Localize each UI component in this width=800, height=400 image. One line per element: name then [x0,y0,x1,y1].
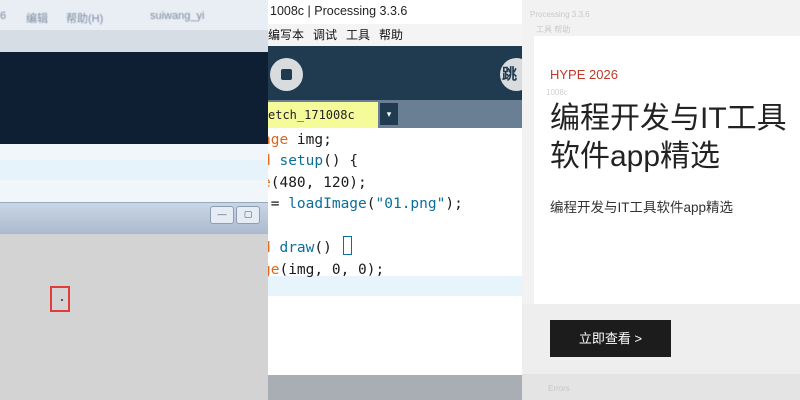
code-line: e(480, 120); [268,174,367,191]
canvas-pixel [61,299,63,301]
view-now-button[interactable]: 立即查看 > [550,320,671,357]
faint-menu: 工具 帮助 [536,25,571,34]
code-line: ​ [268,215,463,236]
code-line: = loadImage("01.png"); [270,195,463,212]
tab-menu-button[interactable]: ▾ [380,103,398,125]
tab-sketch[interactable]: etch_171008c [268,102,378,128]
debug-icon: 跳 [502,66,518,83]
background-dark-panel [0,52,268,144]
menu-item-help[interactable]: 帮助(H) [66,10,103,26]
menu-item-edit[interactable]: 编辑 [26,10,48,26]
ide-menubar: 编写本 调试 工具 帮助 [268,24,522,46]
code-line: age img; [268,132,332,148]
menu-debug[interactable]: 调试 [313,28,337,42]
faint-window-title: Processing 3.3.6 [530,10,590,19]
faint-errors-label: Errors [548,384,570,393]
card-subtitle: 编程开发与IT工具软件app精选 [550,200,734,215]
corner-digit: 6 [0,10,7,22]
ide-toolbar [268,46,522,100]
background-highlight-row [0,160,268,180]
chevron-down-icon: ▾ [386,109,392,119]
code-text[interactable]: age img; d setup() { e(480, 120); = loadIm… [268,130,463,281]
maximize-button[interactable]: ▢ [236,206,260,224]
menu-item-user[interactable]: suiwang_yi [150,10,204,22]
minimize-icon: — [217,209,227,219]
menu-sketch[interactable]: 编写本 [268,28,304,42]
stop-button[interactable] [270,58,303,91]
promo-card: Processing 3.3.6 工具 帮助 1008c Errors HYPE… [522,0,800,400]
minimize-button[interactable]: — [210,206,234,224]
code-line: d setup() { [268,153,359,170]
background-toolbar [0,30,268,52]
maximize-icon: ▢ [243,209,253,219]
card-headline: 编程开发与IT工具软件app精选 [550,102,787,173]
code-line: ge(img, 0, 0); [268,261,385,278]
sketch-output-canvas [0,234,268,400]
code-line: d draw() [268,236,463,259]
background-window: 6 编辑 帮助(H) suiwang_yi — ▢ [0,0,268,400]
processing-ide: 1008c | Processing 3.3.6 编写本 调试 工具 帮助 跳 etc… [268,0,522,400]
window-title: 1008c | Processing 3.3.6 [268,0,522,24]
text-cursor [342,236,352,256]
menu-tools[interactable]: 工具 [346,28,370,42]
menu-help[interactable]: 帮助 [379,28,403,42]
console-area [268,375,522,400]
faint-tab-label: 1008c [546,88,568,97]
background-menubar: 6 编辑 帮助(H) suiwang_yi [0,0,268,30]
highlight-box [50,286,70,312]
card-eyebrow: HYPE 2026 [550,67,618,82]
stop-icon [281,69,292,80]
